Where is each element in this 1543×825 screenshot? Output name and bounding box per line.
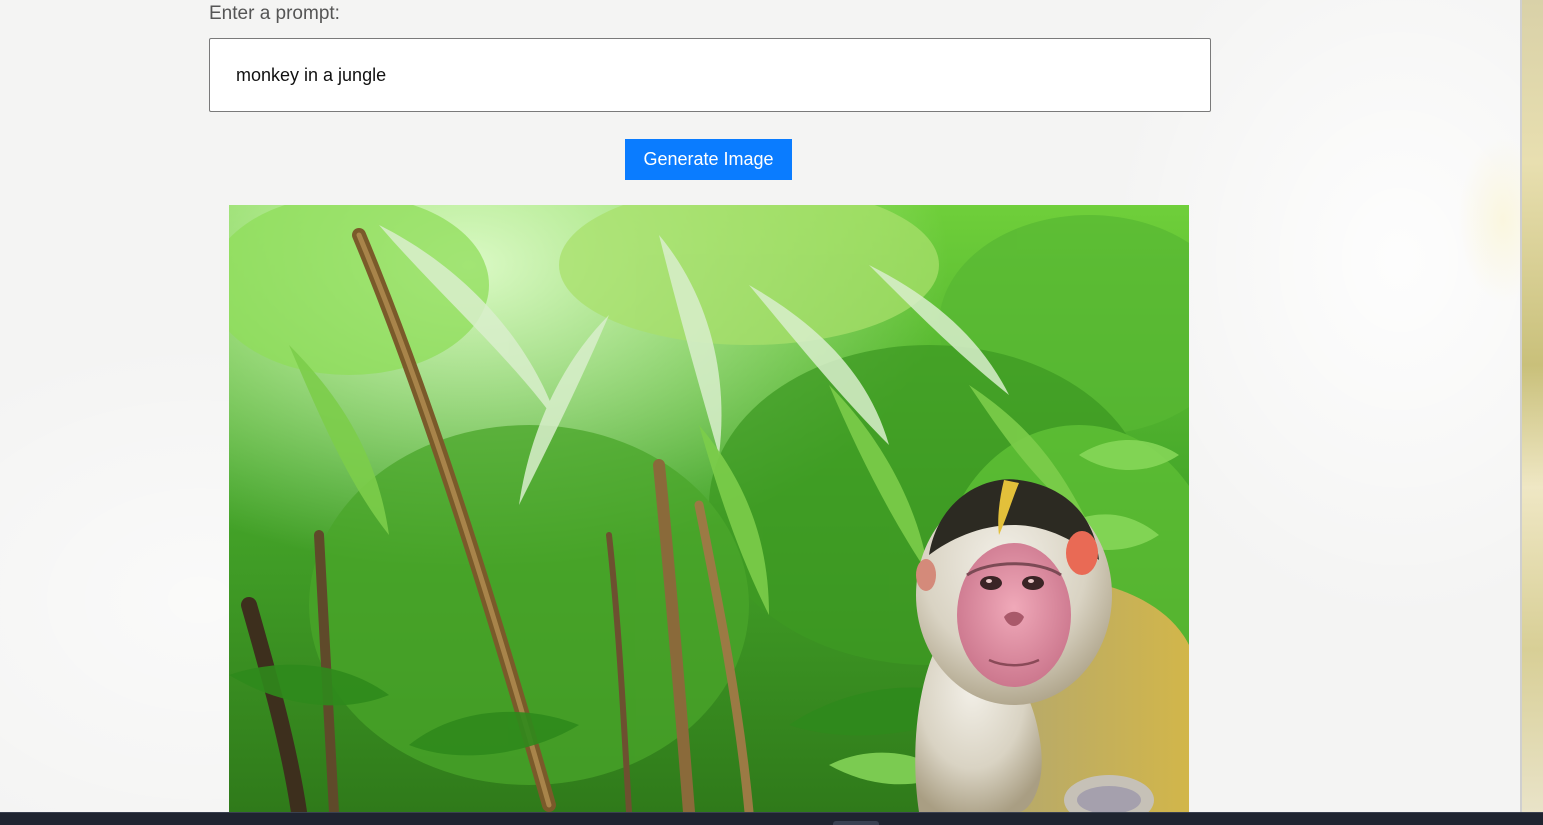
jungle-monkey-illustration [229, 205, 1189, 812]
generate-image-button[interactable]: Generate Image [625, 139, 792, 180]
prompt-input[interactable] [209, 38, 1211, 112]
background-flower [1440, 90, 1530, 350]
generated-image [229, 205, 1189, 812]
prompt-label: Enter a prompt: [209, 3, 340, 24]
os-taskbar [0, 812, 1543, 825]
window-edge [1520, 0, 1543, 812]
taskbar-app-button[interactable] [833, 821, 879, 825]
